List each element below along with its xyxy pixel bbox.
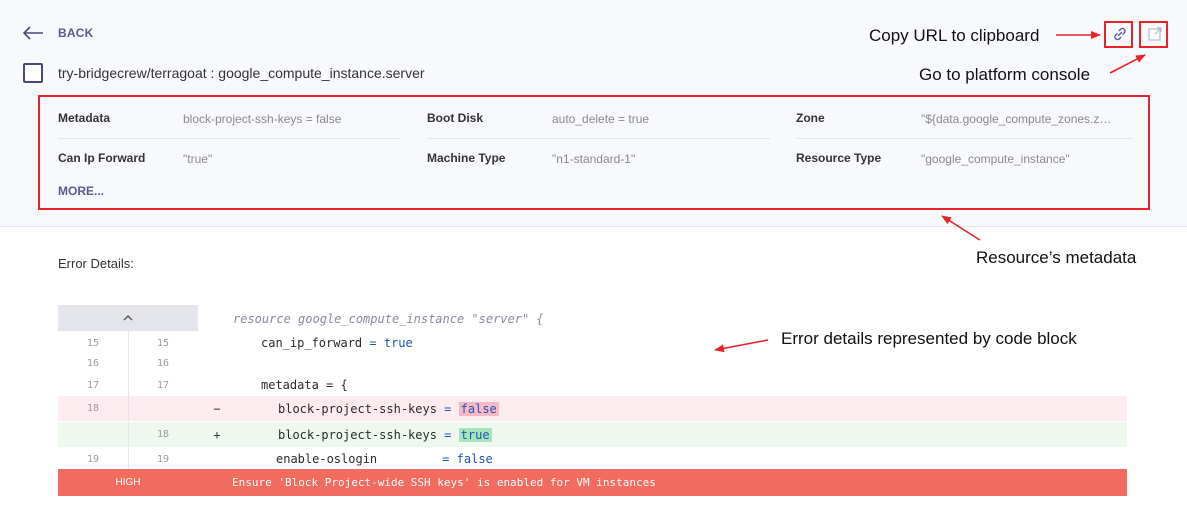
resource-declaration-line: resource google_compute_instance "server… xyxy=(233,312,544,326)
resource-title: try-bridgecrew/terragoat : google_comput… xyxy=(58,65,425,81)
code-line-removed: 18 − block-project-ssh-keys = false xyxy=(58,396,1127,421)
new-line-number: 15 xyxy=(156,337,170,349)
expand-code-button[interactable] xyxy=(58,305,198,331)
arrow-left-icon xyxy=(22,26,43,40)
back-button[interactable]: BACK xyxy=(22,24,93,42)
resource-title-row: try-bridgecrew/terragoat : google_comput… xyxy=(23,63,425,83)
code-line: 16 16 xyxy=(58,351,1127,375)
code-key: block-project-ssh-keys xyxy=(278,427,437,442)
code-line-text: block-project-ssh-keys = true xyxy=(278,427,492,442)
code-value-removed: false xyxy=(458,401,499,416)
error-message: Ensure 'Block Project-wide SSH keys' is … xyxy=(232,476,656,489)
gutter-separator xyxy=(128,396,129,421)
code-value-added: true xyxy=(458,427,492,442)
error-summary-bar: HIGH Ensure 'Block Project-wide SSH keys… xyxy=(58,469,1127,496)
code-key: block-project-ssh-keys xyxy=(278,401,437,416)
old-line-number: 17 xyxy=(86,379,100,391)
code-value: true xyxy=(383,336,413,350)
code-line: 17 17 metadata = { xyxy=(58,373,1127,397)
old-line-number: 15 xyxy=(86,337,100,349)
code-operator: = xyxy=(436,401,459,416)
code-key: can_ip_forward xyxy=(261,336,363,350)
code-operator: = xyxy=(434,452,457,466)
diff-added-mark: + xyxy=(213,427,221,442)
code-operator: = xyxy=(362,336,384,350)
metadata-annotation: Resource’s metadata xyxy=(976,248,1137,267)
code-line: 19 19 enable-oslogin = false xyxy=(58,447,1127,471)
resource-checkbox[interactable] xyxy=(23,63,43,83)
new-line-number: 16 xyxy=(156,357,170,369)
metadata-callout-box xyxy=(38,95,1150,210)
code-operator: = xyxy=(436,427,459,442)
old-line-number: 16 xyxy=(86,357,100,369)
platform-console-callout-box xyxy=(1139,21,1168,48)
old-line-number: 18 xyxy=(86,403,100,414)
back-label: BACK xyxy=(58,26,94,40)
chevron-up-icon xyxy=(123,315,133,321)
new-line-number: 18 xyxy=(156,429,170,440)
copy-url-callout-box xyxy=(1104,21,1133,48)
diff-removed-mark: − xyxy=(213,401,221,416)
platform-console-annotation: Go to platform console xyxy=(919,65,1091,84)
code-value: false xyxy=(456,452,493,466)
code-key: enable-oslogin xyxy=(276,452,435,466)
code-line-text: block-project-ssh-keys = false xyxy=(278,401,499,416)
new-line-number: 17 xyxy=(156,379,170,391)
code-line-added: 18 + block-project-ssh-keys = true xyxy=(58,422,1127,447)
copy-url-annotation: Copy URL to clipboard xyxy=(869,26,1040,45)
severity-badge: HIGH xyxy=(115,477,141,488)
code-line-text: can_ip_forward = true xyxy=(261,336,413,350)
old-line-number: 19 xyxy=(86,453,100,465)
new-line-number: 19 xyxy=(156,453,170,465)
code-line-text: metadata = { xyxy=(261,378,348,392)
error-details-label: Error Details: xyxy=(58,256,134,271)
code-line-text: enable-oslogin = false xyxy=(276,452,493,466)
